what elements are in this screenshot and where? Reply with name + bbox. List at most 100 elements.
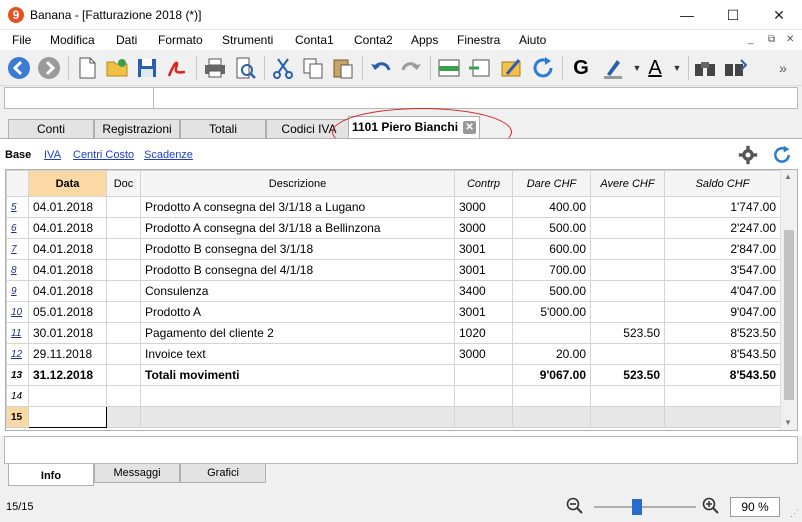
vertical-scrollbar[interactable]: ▲ ▼ <box>780 170 797 430</box>
cell-saldo[interactable]: 9'047.00 <box>664 301 781 323</box>
row-number[interactable]: 10 <box>6 301 29 323</box>
cell-doc[interactable] <box>106 343 141 365</box>
cell-dare[interactable]: 500.00 <box>512 217 591 239</box>
cell-dare[interactable] <box>512 385 591 407</box>
cell-data[interactable]: 31.12.2018 <box>28 364 107 386</box>
tab-messaggi[interactable]: Messaggi <box>94 464 180 483</box>
cell-contrp[interactable] <box>454 385 513 407</box>
paste-icon[interactable] <box>330 55 356 81</box>
cell-descrizione[interactable]: Pagamento del cliente 2 <box>140 322 455 344</box>
table-row[interactable]: 11 30.01.2018 Pagamento del cliente 2 10… <box>6 322 781 344</box>
menu-apps[interactable]: Apps <box>411 33 438 47</box>
cell-descrizione[interactable]: Prodotto A <box>140 301 455 323</box>
cell-dare[interactable] <box>512 322 591 344</box>
cell-dare[interactable]: 20.00 <box>512 343 591 365</box>
row-number[interactable]: 15 <box>6 406 29 428</box>
cell-data[interactable]: 04.01.2018 <box>28 217 107 239</box>
cell-dare[interactable]: 9'067.00 <box>512 364 591 386</box>
maximize-button[interactable]: ☐ <box>710 0 756 30</box>
tab-conti[interactable]: Conti <box>8 119 94 138</box>
table-row[interactable]: 5 04.01.2018 Prodotto A consegna del 3/1… <box>6 196 781 218</box>
cell-descrizione[interactable]: Prodotto A consegna del 3/1/18 a Lugano <box>140 196 455 218</box>
cell-dare[interactable]: 600.00 <box>512 238 591 260</box>
current-row[interactable]: 15 <box>6 406 781 428</box>
cell-data[interactable] <box>28 385 107 407</box>
cell-dare[interactable]: 700.00 <box>512 259 591 281</box>
row-number[interactable]: 13 <box>6 364 29 386</box>
cell-avere[interactable]: 523.50 <box>590 322 665 344</box>
cell-doc[interactable] <box>106 364 141 386</box>
menu-strumenti[interactable]: Strumenti <box>222 33 273 47</box>
selected-cell[interactable] <box>28 406 107 428</box>
cell-contrp[interactable]: 3001 <box>454 238 513 260</box>
find-icon[interactable] <box>692 55 718 81</box>
header-saldo[interactable]: Saldo CHF <box>664 170 781 197</box>
table-row[interactable]: 6 04.01.2018 Prodotto A consegna del 3/1… <box>6 217 781 239</box>
cell-doc[interactable] <box>106 385 141 407</box>
zoom-in-icon[interactable] <box>702 497 720 515</box>
row-number[interactable]: 11 <box>6 322 29 344</box>
insert-row-icon[interactable] <box>466 55 492 81</box>
cell-contrp[interactable]: 3001 <box>454 259 513 281</box>
menu-aiuto[interactable]: Aiuto <box>519 33 546 47</box>
recalculate-icon[interactable] <box>530 55 556 81</box>
pdf-icon[interactable] <box>164 55 190 81</box>
cell-contrp[interactable] <box>454 364 513 386</box>
tab-account-card[interactable]: 1101 Piero Bianchi ✕ <box>348 116 480 138</box>
tab-grafici[interactable]: Grafici <box>180 464 266 483</box>
row-number[interactable]: 7 <box>6 238 29 260</box>
table-row[interactable]: 7 04.01.2018 Prodotto B consegna del 3/1… <box>6 238 781 260</box>
cell-avere[interactable] <box>590 301 665 323</box>
tab-codici-iva[interactable]: Codici IVA <box>266 119 352 138</box>
cell-data[interactable]: 05.01.2018 <box>28 301 107 323</box>
cell-saldo[interactable]: 2'847.00 <box>664 238 781 260</box>
zoom-slider-thumb[interactable] <box>632 499 642 515</box>
cell-descrizione[interactable]: Invoice text <box>140 343 455 365</box>
menu-finestra[interactable]: Finestra <box>457 33 500 47</box>
cell-saldo[interactable] <box>664 406 781 428</box>
menu-conta1[interactable]: Conta1 <box>295 33 334 47</box>
tab-totali[interactable]: Totali <box>180 119 266 138</box>
cell-saldo[interactable] <box>664 385 781 407</box>
view-tab-scadenze[interactable]: Scadenze <box>144 149 193 161</box>
cell-saldo[interactable]: 8'523.50 <box>664 322 781 344</box>
cell-data[interactable]: 04.01.2018 <box>28 280 107 302</box>
cell-contrp[interactable]: 3000 <box>454 217 513 239</box>
cell-data[interactable]: 04.01.2018 <box>28 238 107 260</box>
menu-dati[interactable]: Dati <box>116 33 137 47</box>
cell-avere[interactable]: 523.50 <box>590 364 665 386</box>
print-preview-icon[interactable] <box>232 55 258 81</box>
cell-doc[interactable] <box>106 322 141 344</box>
cell-descrizione[interactable] <box>140 385 455 407</box>
row-number[interactable]: 6 <box>6 217 29 239</box>
cell-contrp[interactable]: 1020 <box>454 322 513 344</box>
zoom-slider[interactable] <box>594 506 696 508</box>
cell-doc[interactable] <box>106 406 141 428</box>
view-tab-iva[interactable]: IVA <box>44 149 61 161</box>
bold-icon[interactable]: G <box>568 55 594 81</box>
cut-icon[interactable] <box>270 55 296 81</box>
cell-contrp[interactable]: 3000 <box>454 343 513 365</box>
cell-dare[interactable]: 500.00 <box>512 280 591 302</box>
cell-descrizione[interactable]: Prodotto B consegna del 3/1/18 <box>140 238 455 260</box>
redo-icon[interactable] <box>398 55 424 81</box>
menu-formato[interactable]: Formato <box>158 33 203 47</box>
cell-doc[interactable] <box>106 301 141 323</box>
cell-avere[interactable] <box>590 217 665 239</box>
header-dare[interactable]: Dare CHF <box>512 170 591 197</box>
row-number[interactable]: 14 <box>6 385 29 407</box>
cell-saldo[interactable]: 8'543.50 <box>664 343 781 365</box>
add-row-icon[interactable] <box>436 55 462 81</box>
cell-avere[interactable] <box>590 280 665 302</box>
cell-avere[interactable] <box>590 406 665 428</box>
view-tab-base[interactable]: Base <box>5 149 31 161</box>
cell-doc[interactable] <box>106 238 141 260</box>
cell-contrp[interactable]: 3400 <box>454 280 513 302</box>
row-number[interactable]: 5 <box>6 196 29 218</box>
cell-contrp[interactable] <box>454 406 513 428</box>
minimize-button[interactable]: — <box>664 0 710 30</box>
header-data[interactable]: Data <box>28 170 107 197</box>
cell-data[interactable]: 30.01.2018 <box>28 322 107 344</box>
undo-icon[interactable] <box>368 55 394 81</box>
header-descrizione[interactable]: Descrizione <box>140 170 455 197</box>
